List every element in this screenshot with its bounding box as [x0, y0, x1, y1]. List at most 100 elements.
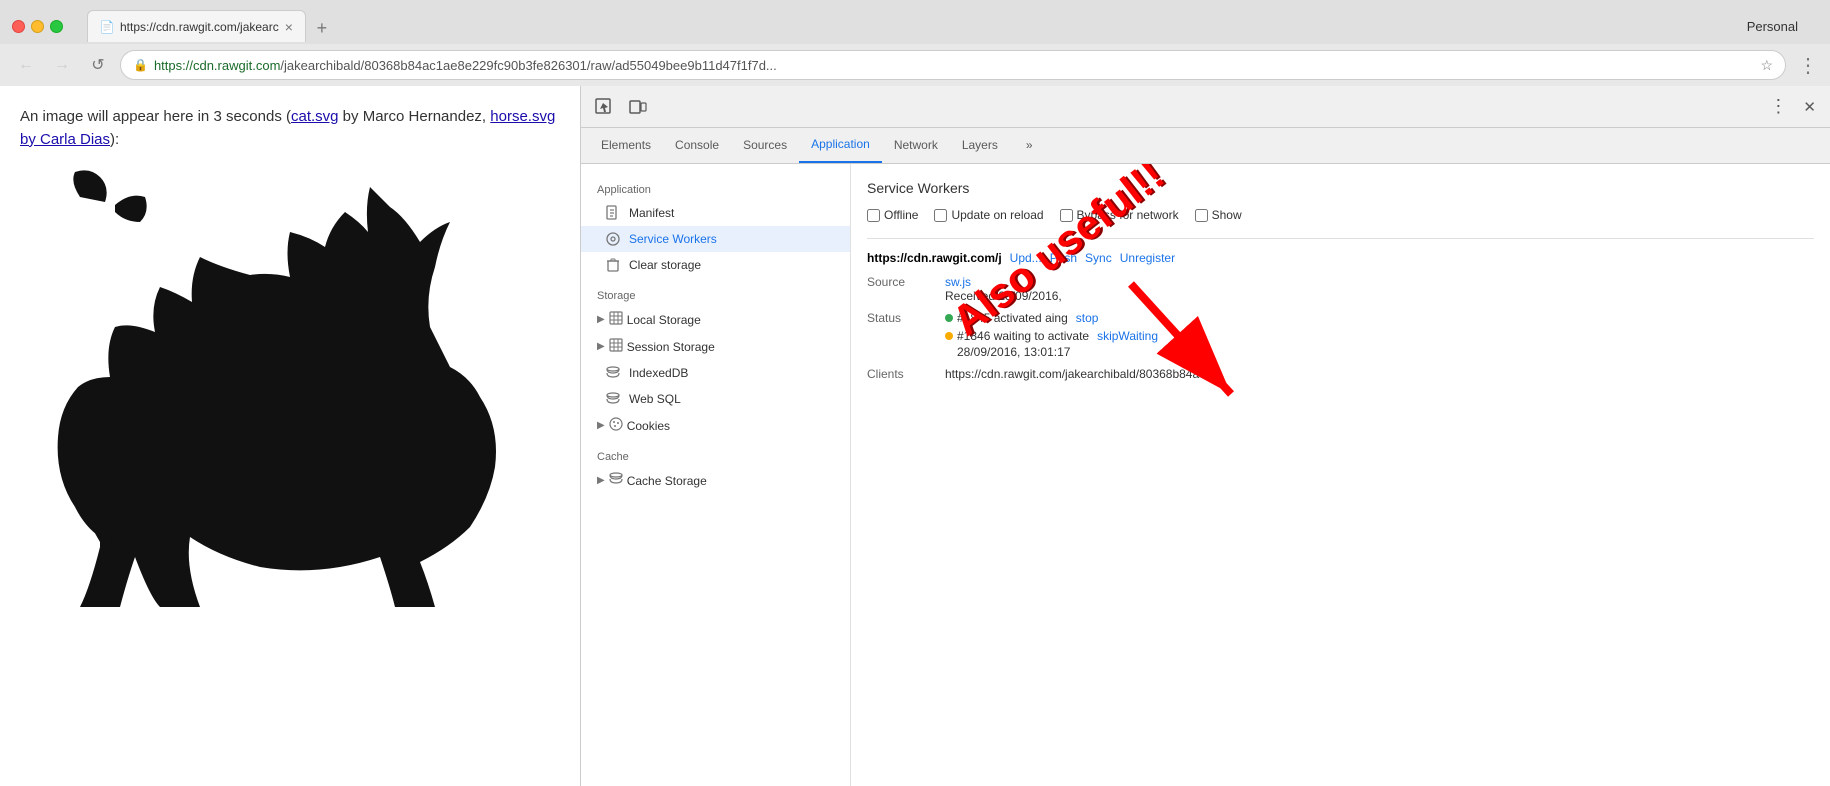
- sw-stop-link[interactable]: stop: [1076, 311, 1099, 325]
- sw-status1-suffix: ing: [1052, 311, 1068, 325]
- sidebar-item-cookies[interactable]: ▶ Cookies: [581, 412, 850, 439]
- sidebar-item-local-storage[interactable]: ▶ Local Storage: [581, 306, 850, 333]
- cat-svg-link[interactable]: cat.svg: [291, 108, 339, 125]
- bypass-network-option[interactable]: Bypass for network: [1060, 208, 1179, 222]
- devtools-sidebar: Application Manifest Service Workers: [581, 164, 851, 786]
- sw-js-link[interactable]: sw.js: [945, 275, 971, 289]
- sw-status1-text: #1845 activated a: [957, 311, 1052, 325]
- manifest-icon: [605, 205, 621, 221]
- main-area: An image will appear here in 3 seconds (…: [0, 86, 1830, 786]
- cat-image: [20, 167, 500, 607]
- tab-layers[interactable]: Layers: [950, 127, 1010, 163]
- sw-entry: https://cdn.rawgit.com/j Upd... Push Syn…: [867, 238, 1814, 381]
- update-on-reload-checkbox[interactable]: [934, 209, 947, 222]
- browser-chrome: 📄 https://cdn.rawgit.com/jakearc × + Per…: [0, 0, 1830, 786]
- offline-checkbox[interactable]: [867, 209, 880, 222]
- maximize-traffic-light[interactable]: [50, 20, 63, 33]
- sw-clients-row: Clients https://cdn.rawgit.com/jakearchi…: [867, 367, 1814, 381]
- cookies-icon: [609, 417, 623, 434]
- offline-option[interactable]: Offline: [867, 208, 918, 222]
- sidebar-section-application-label: Application: [581, 172, 850, 200]
- profile-name: Personal: [1747, 19, 1798, 34]
- session-storage-arrow-icon: ▶: [597, 341, 605, 352]
- back-button[interactable]: ←: [12, 51, 40, 79]
- page-content: An image will appear here in 3 seconds (…: [0, 86, 580, 786]
- sidebar-section-storage-label: Storage: [581, 278, 850, 306]
- sidebar-item-service-workers[interactable]: Service Workers: [581, 226, 850, 252]
- sidebar-section-cache-label: Cache: [581, 439, 850, 467]
- tab-elements[interactable]: Elements: [589, 127, 663, 163]
- service-workers-label: Service Workers: [629, 232, 717, 246]
- sw-status-value: #1845 activated a ing stop #1846 waiting…: [945, 311, 1814, 359]
- new-tab-button[interactable]: +: [308, 14, 336, 42]
- sw-options-bar: Offline Update on reload Bypass for netw…: [867, 208, 1814, 222]
- tab-more[interactable]: »: [1014, 127, 1045, 163]
- sw-update-link[interactable]: Upd...: [1010, 251, 1042, 265]
- sw-status-row: Status #1845 activated a ing stop: [867, 311, 1814, 359]
- sidebar-item-clear-storage[interactable]: Clear storage: [581, 252, 850, 278]
- tab-console[interactable]: Console: [663, 127, 731, 163]
- devtools-close-button[interactable]: ✕: [1797, 94, 1822, 120]
- sw-source-row: Source sw.js Received 28/09/2016,: [867, 275, 1814, 303]
- cache-storage-icon: [609, 472, 623, 489]
- page-text-mid: by Marco Hernandez,: [339, 108, 491, 125]
- devtools-main-panel: Service Workers Offline Update on reload: [851, 164, 1830, 786]
- page-text-before-link: An image will appear here in 3 seconds (: [20, 108, 291, 125]
- sw-status2-date: 28/09/2016, 13:01:17: [957, 345, 1814, 359]
- clear-storage-icon: [605, 257, 621, 273]
- sw-status-label: Status: [867, 311, 937, 325]
- sw-skip-waiting-link[interactable]: skipWaiting: [1097, 329, 1158, 343]
- sw-received-text: Received 28/09/2016,: [945, 289, 1062, 303]
- traffic-lights: [12, 20, 63, 33]
- devtools-more-button[interactable]: ⋮: [1763, 92, 1793, 121]
- url-secure-part: https://cdn.rawgit.com: [154, 58, 280, 73]
- update-on-reload-label: Update on reload: [951, 208, 1043, 222]
- sw-push-link[interactable]: Push: [1050, 251, 1077, 265]
- indexeddb-label: IndexedDB: [629, 366, 688, 380]
- browser-tab[interactable]: 📄 https://cdn.rawgit.com/jakearc ×: [87, 10, 306, 42]
- web-sql-label: Web SQL: [629, 392, 681, 406]
- devtools-chrome: ⋮ ✕ Elements Console Sources Application…: [580, 86, 1830, 786]
- close-traffic-light[interactable]: [12, 20, 25, 33]
- bypass-network-label: Bypass for network: [1077, 208, 1179, 222]
- reload-button[interactable]: ↺: [84, 51, 112, 79]
- show-checkbox[interactable]: [1195, 209, 1208, 222]
- status-yellow-dot: [945, 332, 953, 340]
- sw-clients-label: Clients: [867, 367, 937, 381]
- minimize-traffic-light[interactable]: [31, 20, 44, 33]
- devtools-panel: ⋮ ✕ Elements Console Sources Application…: [580, 86, 1830, 786]
- sidebar-item-indexeddb[interactable]: IndexedDB: [581, 360, 850, 386]
- tab-sources[interactable]: Sources: [731, 127, 799, 163]
- sw-source-label: Source: [867, 275, 937, 289]
- sidebar-item-manifest[interactable]: Manifest: [581, 200, 850, 226]
- sw-entry-url: https://cdn.rawgit.com/j: [867, 251, 1002, 265]
- address-bar[interactable]: 🔒 https://cdn.rawgit.com/jakearchibald/8…: [120, 50, 1786, 80]
- forward-button[interactable]: →: [48, 51, 76, 79]
- cache-storage-label: Cache Storage: [627, 474, 707, 488]
- chrome-menu-icon[interactable]: ⋮: [1798, 53, 1818, 78]
- update-on-reload-option[interactable]: Update on reload: [934, 208, 1043, 222]
- tab-favicon-icon: 📄: [100, 20, 114, 34]
- element-picker-button[interactable]: [589, 94, 619, 120]
- bypass-network-checkbox[interactable]: [1060, 209, 1073, 222]
- sidebar-item-cache-storage[interactable]: ▶ Cache Storage: [581, 467, 850, 494]
- session-storage-label: Session Storage: [627, 340, 715, 354]
- sw-sync-link[interactable]: Sync: [1085, 251, 1112, 265]
- device-icon: [629, 98, 647, 116]
- tab-title: https://cdn.rawgit.com/jakearc: [120, 20, 279, 34]
- web-sql-icon: [605, 391, 621, 407]
- sw-status2-text: #1846 waiting to activate: [957, 329, 1089, 343]
- bookmark-star-icon[interactable]: ☆: [1760, 57, 1773, 74]
- tab-close-button[interactable]: ×: [285, 19, 293, 35]
- devtools-content-area: Application Manifest Service Workers: [581, 164, 1830, 786]
- url-path-part: /jakearchibald/80368b84ac1ae8e229fc90b3f…: [280, 58, 776, 73]
- offline-label: Offline: [884, 208, 918, 222]
- session-storage-icon: [609, 338, 623, 355]
- show-option[interactable]: Show: [1195, 208, 1242, 222]
- tab-network[interactable]: Network: [882, 127, 950, 163]
- device-toolbar-button[interactable]: [623, 94, 653, 120]
- tab-application[interactable]: Application: [799, 127, 882, 163]
- sw-unregister-link[interactable]: Unregister: [1120, 251, 1175, 265]
- sidebar-item-web-sql[interactable]: Web SQL: [581, 386, 850, 412]
- sidebar-item-session-storage[interactable]: ▶ Session Storage: [581, 333, 850, 360]
